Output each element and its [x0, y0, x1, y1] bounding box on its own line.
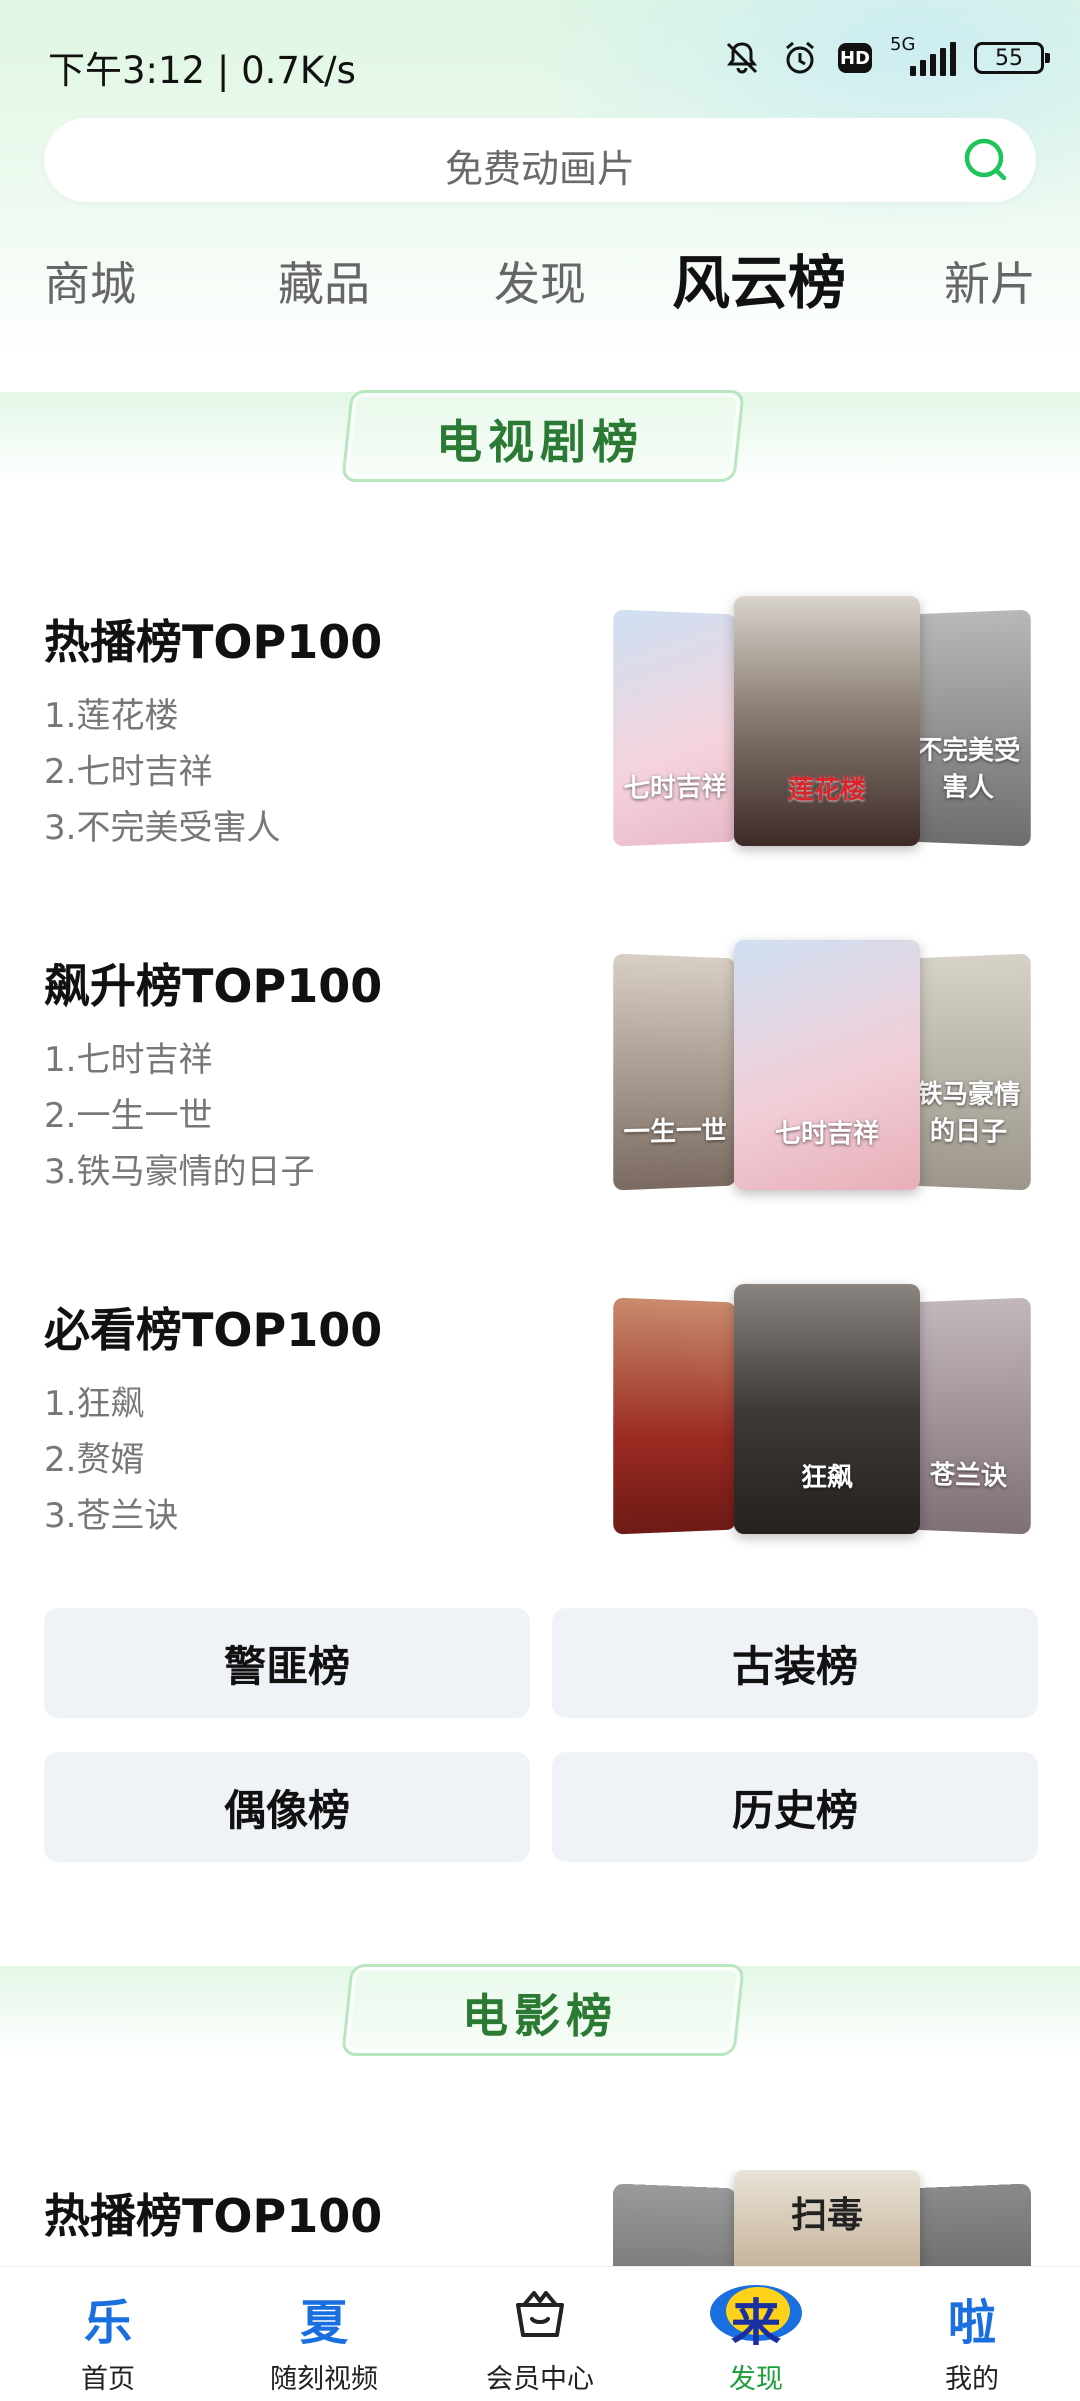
battery-icon: 55 — [974, 42, 1044, 74]
mute-bell-icon — [722, 38, 762, 78]
poster-caption: 苍兰诀 — [908, 1454, 1031, 1493]
poster-caption: 狂飙 — [734, 1457, 920, 1494]
video-icon[interactable]: 夏 — [216, 2283, 432, 2353]
ranking-item[interactable]: 2.赘婿 — [44, 1432, 144, 1481]
poster-right[interactable] — [908, 2183, 1031, 2266]
ranking-item[interactable]: 2.一生一世 — [44, 1088, 212, 1137]
ranking-title[interactable]: 飙升榜TOP100 — [44, 950, 382, 1016]
ranking-hot[interactable]: 热播榜TOP100 1.莲花楼 2.七时吉祥 3.不完美受害人 七时吉祥 莲花楼… — [0, 596, 1080, 856]
tab-discover[interactable]: 发现 — [494, 248, 586, 314]
discover-glyph: 来 — [706, 2283, 806, 2355]
nav-label[interactable]: 我的 — [864, 2357, 1080, 2396]
profile-icon[interactable]: 啦 — [864, 2283, 1080, 2353]
poster-center[interactable]: 莲花楼 — [734, 596, 920, 846]
tab-mall[interactable]: 商城 — [44, 248, 136, 314]
category-idol-button[interactable]: 偶像榜 — [44, 1752, 530, 1862]
nav-label[interactable]: 发现 — [648, 2357, 864, 2396]
search-bar[interactable]: 免费动画片 — [44, 118, 1036, 202]
poster-caption — [613, 1490, 736, 1493]
discover-icon[interactable]: 来 — [706, 2277, 806, 2349]
poster-caption: 七时吉祥 — [734, 1113, 920, 1150]
category-history-button[interactable]: 历史榜 — [552, 1752, 1038, 1862]
ranking-item[interactable]: 3.铁马豪情的日子 — [44, 1144, 314, 1193]
poster-left[interactable] — [613, 2183, 736, 2266]
top-tabs: 商城 藏品 发现 风云榜 新片 — [0, 236, 1080, 316]
poster-center[interactable]: 扫毒 — [734, 2170, 920, 2266]
nav-label[interactable]: 随刻视频 — [216, 2357, 432, 2396]
battery-level: 55 — [995, 46, 1023, 71]
poster-stack[interactable]: 扫毒 — [614, 2170, 1034, 2266]
poster-caption: 七时吉祥 — [613, 766, 736, 805]
nav-label[interactable]: 首页 — [0, 2357, 216, 2396]
poster-caption: 扫毒 — [734, 2186, 920, 2238]
alarm-icon — [780, 38, 820, 78]
poster-caption: 铁马豪情的日子 — [908, 1074, 1031, 1150]
poster-center[interactable]: 七时吉祥 — [734, 940, 920, 1190]
nav-label[interactable]: 会员中心 — [432, 2357, 648, 2396]
movie-ranking-hot[interactable]: 热播榜TOP100 扫毒 — [0, 2170, 1080, 2266]
poster-left[interactable]: 一生一世 — [613, 953, 736, 1190]
ranking-item[interactable]: 3.苍兰诀 — [44, 1488, 178, 1537]
status-bar: 下午3:12 | 0.7K/s HD 5G 55 — [0, 0, 1080, 120]
poster-left[interactable]: 七时吉祥 — [613, 609, 736, 846]
signal-icon: 5G — [890, 36, 956, 80]
poster-stack[interactable]: 七时吉祥 莲花楼 不完美受害人 — [614, 596, 1034, 848]
bottom-nav: 乐 首页 夏 随刻视频 会员中心 来 发现 啦 我的 — [0, 2266, 1080, 2401]
nav-home[interactable]: 乐 首页 — [0, 2267, 216, 2401]
tv-section-header: 电视剧榜 — [0, 392, 1080, 482]
home-icon[interactable]: 乐 — [0, 2283, 216, 2353]
nav-me[interactable]: 啦 我的 — [864, 2267, 1080, 2401]
poster-right[interactable]: 苍兰诀 — [908, 1297, 1031, 1534]
category-costume-button[interactable]: 古装榜 — [552, 1608, 1038, 1718]
tab-new[interactable]: 新片 — [944, 248, 1036, 314]
poster-right[interactable]: 不完美受害人 — [908, 609, 1031, 846]
poster-left[interactable] — [613, 1297, 736, 1534]
ranking-must-watch[interactable]: 必看榜TOP100 1.狂飙 2.赘婿 3.苍兰诀 狂飙 苍兰诀 — [0, 1284, 1080, 1544]
nav-vip[interactable]: 会员中心 — [432, 2267, 648, 2401]
movie-section-header: 电影榜 — [0, 1966, 1080, 2056]
status-time: 下午3:12 | 0.7K/s — [48, 40, 356, 94]
ranking-title[interactable]: 必看榜TOP100 — [44, 1294, 382, 1360]
ranking-item[interactable]: 1.七时吉祥 — [44, 1032, 212, 1081]
ranking-item[interactable]: 1.狂飙 — [44, 1376, 144, 1425]
nav-discover[interactable]: 来 发现 — [648, 2267, 864, 2401]
section-title: 电视剧榜 — [0, 406, 1080, 472]
search-placeholder[interactable]: 免费动画片 — [44, 138, 1036, 193]
poster-caption: 莲花楼 — [734, 769, 920, 806]
poster-caption: 一生一世 — [613, 1110, 736, 1149]
search-icon[interactable] — [962, 136, 1010, 184]
poster-caption: 不完美受害人 — [908, 730, 1031, 806]
hd-badge: HD — [838, 43, 872, 73]
ranking-item[interactable]: 3.不完美受害人 — [44, 800, 280, 849]
poster-stack[interactable]: 一生一世 七时吉祥 铁马豪情的日子 — [614, 940, 1034, 1192]
poster-center[interactable]: 狂飙 — [734, 1284, 920, 1534]
section-title: 电影榜 — [0, 1980, 1080, 2046]
ranking-item[interactable]: 2.七时吉祥 — [44, 744, 212, 793]
tab-collection[interactable]: 藏品 — [278, 248, 370, 314]
ranking-item[interactable]: 1.莲花楼 — [44, 688, 178, 737]
ranking-rising[interactable]: 飙升榜TOP100 1.七时吉祥 2.一生一世 3.铁马豪情的日子 一生一世 七… — [0, 940, 1080, 1200]
nav-video[interactable]: 夏 随刻视频 — [216, 2267, 432, 2401]
poster-stack[interactable]: 狂飙 苍兰诀 — [614, 1284, 1034, 1536]
ranking-title[interactable]: 热播榜TOP100 — [44, 606, 382, 672]
poster-right[interactable]: 铁马豪情的日子 — [908, 953, 1031, 1190]
crown-basket-icon[interactable] — [510, 2283, 570, 2343]
ranking-title[interactable]: 热播榜TOP100 — [44, 2180, 382, 2246]
status-icons: HD 5G 55 — [722, 36, 1044, 80]
tab-rankings[interactable]: 风云榜 — [672, 236, 846, 320]
category-police-button[interactable]: 警匪榜 — [44, 1608, 530, 1718]
